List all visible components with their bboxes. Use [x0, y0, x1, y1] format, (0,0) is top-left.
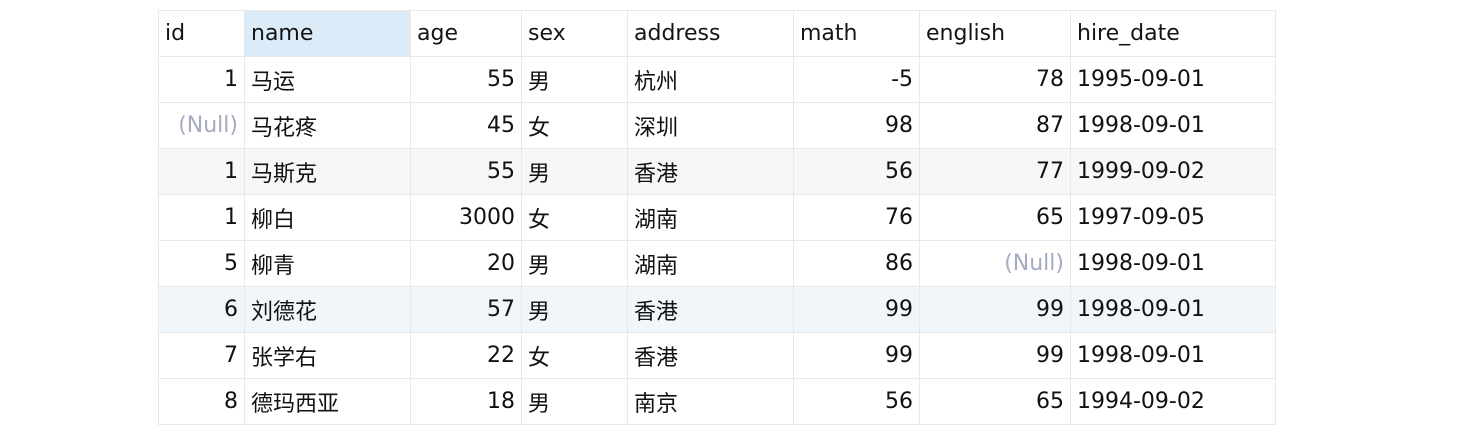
cell-name[interactable]: 马斯克 — [244, 148, 411, 195]
cell-english[interactable]: 65 — [919, 378, 1071, 425]
cell-address[interactable]: 香港 — [627, 332, 794, 379]
cell-address[interactable]: 湖南 — [627, 240, 794, 287]
table-row[interactable]: 1 马斯克 55 男香港 56 77 1999-09-02 — [158, 148, 1276, 195]
cell-math[interactable]: 56 — [793, 378, 920, 425]
grid-header: id name age sex address math english hire_date — [158, 10, 1276, 57]
cell-sex[interactable]: 女 — [521, 332, 628, 379]
column-header-math[interactable]: math — [793, 10, 920, 57]
column-header-name[interactable]: name — [244, 10, 411, 57]
cell-hire-date[interactable]: 1998-09-01 — [1070, 240, 1276, 287]
cell-id[interactable]: 5 — [158, 240, 245, 287]
cell-age[interactable]: 22 — [410, 332, 522, 379]
column-header-hire-date[interactable]: hire_date — [1070, 10, 1276, 57]
cell-sex[interactable]: 男 — [521, 240, 628, 287]
cell-math[interactable]: 86 — [793, 240, 920, 287]
cell-age[interactable]: 55 — [410, 148, 522, 195]
cell-math[interactable]: 56 — [793, 148, 920, 195]
cell-math[interactable]: -5 — [793, 56, 920, 103]
table-row[interactable]: (Null) 马花疼 45 女深圳 98 87 1998-09-01 — [158, 102, 1276, 149]
cell-hire-date[interactable]: 1998-09-01 — [1070, 102, 1276, 149]
cell-name[interactable]: 马运 — [244, 56, 411, 103]
cell-hire-date[interactable]: 1994-09-02 — [1070, 378, 1276, 425]
cell-id[interactable]: 1 — [158, 194, 245, 241]
table-row[interactable]: 7 张学右 22 女香港 99 99 1998-09-01 — [158, 332, 1276, 379]
cell-math[interactable]: 99 — [793, 286, 920, 333]
cell-english[interactable]: 99 — [919, 286, 1071, 333]
cell-age[interactable]: 57 — [410, 286, 522, 333]
cell-id[interactable]: 6 — [158, 286, 245, 333]
table-row[interactable]: 5 柳青 20 男湖南 86 (Null) 1998-09-01 — [158, 240, 1276, 287]
cell-id[interactable]: 8 — [158, 378, 245, 425]
cell-age[interactable]: 45 — [410, 102, 522, 149]
column-header-english[interactable]: english — [919, 10, 1071, 57]
cell-sex[interactable]: 女 — [521, 194, 628, 241]
table-row[interactable]: 1 柳白 3000 女湖南 76 65 1997-09-05 — [158, 194, 1276, 241]
column-header-sex[interactable]: sex — [521, 10, 628, 57]
table-row[interactable]: 1 马运 55 男杭州 -5 78 1995-09-01 — [158, 56, 1276, 103]
cell-math[interactable]: 76 — [793, 194, 920, 241]
cell-address[interactable]: 香港 — [627, 286, 794, 333]
cell-name[interactable]: 柳青 — [244, 240, 411, 287]
cell-name[interactable]: 柳白 — [244, 194, 411, 241]
cell-sex[interactable]: 男 — [521, 56, 628, 103]
cell-address[interactable]: 湖南 — [627, 194, 794, 241]
table-row[interactable]: 8 德玛西亚 18 男南京 56 65 1994-09-02 — [158, 378, 1276, 425]
cell-sex[interactable]: 男 — [521, 148, 628, 195]
cell-english[interactable]: 87 — [919, 102, 1071, 149]
cell-id[interactable]: 7 — [158, 332, 245, 379]
cell-sex[interactable]: 男 — [521, 378, 628, 425]
cell-age[interactable]: 3000 — [410, 194, 522, 241]
cell-age[interactable]: 55 — [410, 56, 522, 103]
cell-math[interactable]: 98 — [793, 102, 920, 149]
cell-address[interactable]: 香港 — [627, 148, 794, 195]
cell-age[interactable]: 18 — [410, 378, 522, 425]
grid-body: 1 马运 55 男杭州 -5 78 1995-09-01 (Null) 马花疼 45 女深圳 98 87… — [158, 56, 1276, 425]
cell-hire-date[interactable]: 1997-09-05 — [1070, 194, 1276, 241]
cell-hire-date[interactable]: 1995-09-01 — [1070, 56, 1276, 103]
cell-english[interactable]: 65 — [919, 194, 1071, 241]
cell-id[interactable]: (Null) — [158, 102, 245, 149]
cell-id[interactable]: 1 — [158, 148, 245, 195]
column-header-age[interactable]: age — [410, 10, 522, 57]
table-row[interactable]: 6 刘德花 57 男香港 99 99 1998-09-01 — [158, 286, 1276, 333]
cell-name[interactable]: 刘德花 — [244, 286, 411, 333]
data-grid: id name age sex address math english hire_date … — [158, 10, 1276, 425]
cell-name[interactable]: 马花疼 — [244, 102, 411, 149]
cell-name[interactable]: 张学右 — [244, 332, 411, 379]
cell-english[interactable]: (Null) — [919, 240, 1071, 287]
cell-address[interactable]: 杭州 — [627, 56, 794, 103]
cell-english[interactable]: 78 — [919, 56, 1071, 103]
cell-age[interactable]: 20 — [410, 240, 522, 287]
cell-hire-date[interactable]: 1998-09-01 — [1070, 286, 1276, 333]
cell-address[interactable]: 深圳 — [627, 102, 794, 149]
cell-id[interactable]: 1 — [158, 56, 245, 103]
cell-math[interactable]: 99 — [793, 332, 920, 379]
cell-hire-date[interactable]: 1999-09-02 — [1070, 148, 1276, 195]
column-header-id[interactable]: id — [158, 10, 245, 57]
cell-hire-date[interactable]: 1998-09-01 — [1070, 332, 1276, 379]
column-header-address[interactable]: address — [627, 10, 794, 57]
cell-english[interactable]: 99 — [919, 332, 1071, 379]
cell-name[interactable]: 德玛西亚 — [244, 378, 411, 425]
cell-address[interactable]: 南京 — [627, 378, 794, 425]
cell-english[interactable]: 77 — [919, 148, 1071, 195]
cell-sex[interactable]: 男 — [521, 286, 628, 333]
header-row: id name age sex address math english hire_date — [158, 10, 1276, 57]
cell-sex[interactable]: 女 — [521, 102, 628, 149]
